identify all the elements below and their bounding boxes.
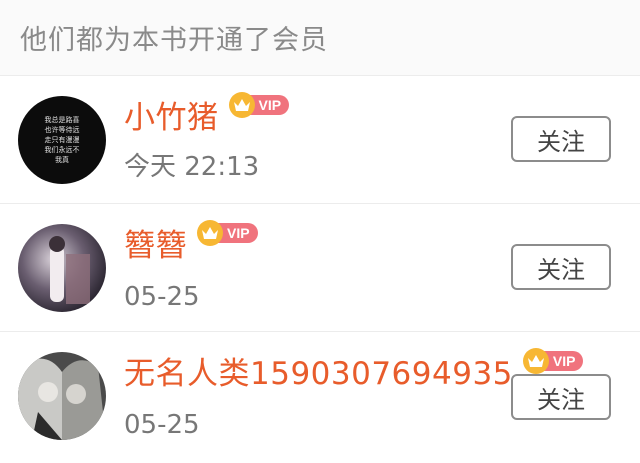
follow-button[interactable]: 关注 (511, 374, 611, 420)
avatar[interactable] (18, 224, 106, 312)
name-line: 簪簪 VIP (124, 220, 258, 266)
name-line: 小竹猪 VIP (124, 92, 290, 138)
member-row[interactable]: 无名人类1590307694935 VIP 05-25 关注 (0, 332, 640, 460)
follow-button[interactable]: 关注 (511, 116, 611, 162)
avatar-image: 我总是路喜 也许等待远 走只有漫漫 我们永远不 我真 (18, 96, 106, 184)
member-name[interactable]: 簪簪 (124, 226, 187, 266)
members-header: 他们都为本书开通了会员 (0, 0, 640, 76)
avatar-text: 我总是路喜 (45, 115, 80, 124)
avatar-text: 我真 (55, 155, 69, 164)
follow-button[interactable]: 关注 (511, 244, 611, 290)
header-title: 他们都为本书开通了会员 (20, 25, 328, 56)
avatar[interactable]: 我总是路喜 也许等待远 走只有漫漫 我们永远不 我真 (18, 96, 106, 184)
member-time: 05-25 (124, 410, 200, 440)
member-time: 05-25 (124, 282, 200, 312)
vip-badge: VIP (197, 220, 258, 246)
avatar-image (18, 224, 106, 312)
member-row[interactable]: 我总是路喜 也许等待远 走只有漫漫 我们永远不 我真 小竹猪 VIP 今天 22… (0, 76, 640, 204)
crown-icon (228, 92, 255, 118)
avatar-text: 我们永远不 (45, 145, 80, 154)
crown-icon (522, 348, 549, 374)
member-time: 今天 22:13 (124, 152, 260, 182)
member-row[interactable]: 簪簪 VIP 05-25 关注 (0, 204, 640, 332)
avatar[interactable] (18, 352, 106, 440)
vip-badge: VIP (228, 92, 290, 118)
avatar-text: 也许等待远 (45, 125, 80, 134)
crown-icon (197, 220, 223, 246)
vip-badge: VIP (522, 348, 584, 374)
avatar-image (18, 352, 106, 440)
member-name[interactable]: 小竹猪 (124, 98, 219, 138)
avatar-text: 走只有漫漫 (45, 135, 80, 144)
member-name[interactable]: 无名人类1590307694935 (124, 354, 513, 394)
